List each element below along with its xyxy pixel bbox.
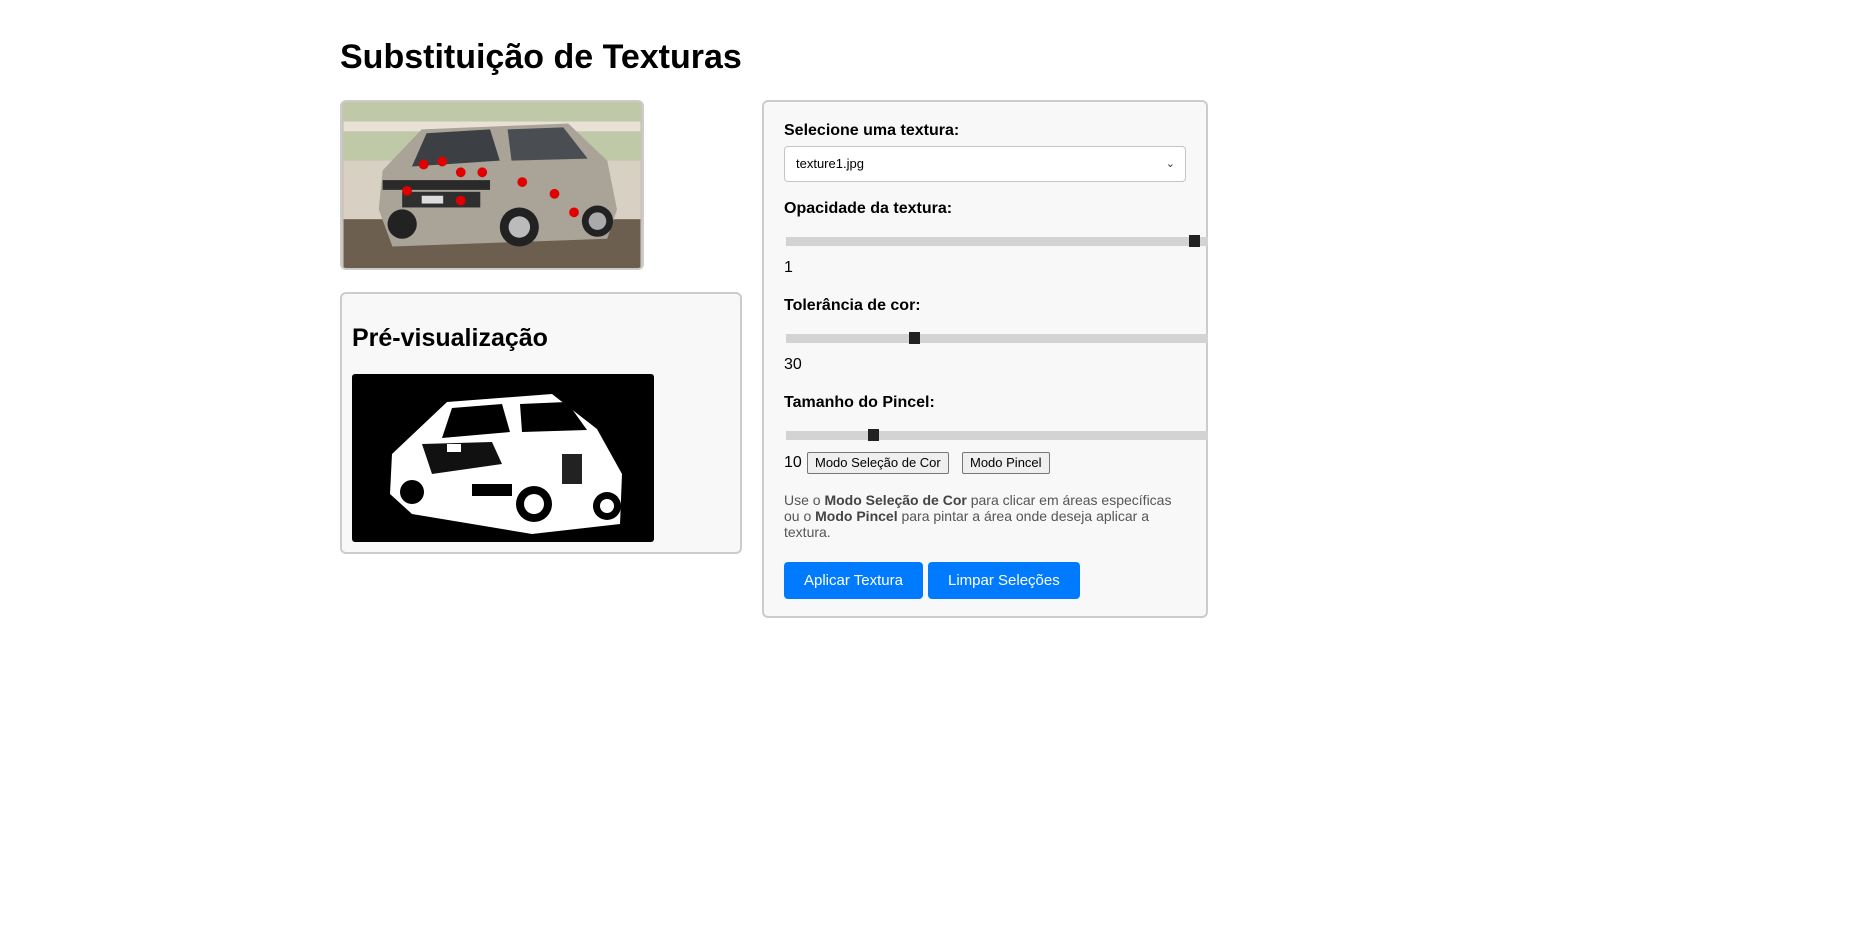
preview-panel: Pré-visualização [340,292,742,554]
opacity-value: 1 [784,259,793,276]
controls-panel: Selecione uma textura: texture1.jpg ⌄ Op… [762,100,1208,618]
selection-marker [418,159,429,170]
brush-size-slider[interactable] [786,429,1208,441]
color-selection-mode-button[interactable]: Modo Seleção de Cor [807,452,949,474]
chevron-down-icon: ⌄ [1165,158,1175,170]
texture-select-value: texture1.jpg [796,156,864,171]
car-photo[interactable] [342,102,642,268]
texture-select[interactable]: texture1.jpg ⌄ [784,146,1186,182]
selection-marker [517,177,528,187]
tolerance-slider-thumb[interactable] [909,332,920,344]
help-text-bold: Modo Pincel [815,508,898,524]
texture-label: Selecione uma textura: [784,122,960,139]
selection-marker [455,167,466,178]
tolerance-label: Tolerância de cor: [784,297,921,314]
selection-marker [437,156,448,167]
help-text: Use o Modo Seleção de Cor para clicar em… [784,492,1186,540]
help-text-part: Use o [784,492,825,508]
tolerance-value: 30 [784,356,802,373]
opacity-slider-thumb[interactable] [1189,235,1200,247]
brush-mode-button[interactable]: Modo Pincel [962,452,1050,474]
source-image[interactable] [340,100,644,270]
clear-selections-button[interactable]: Limpar Seleções [928,562,1080,599]
selection-marker [402,185,412,196]
preview-title: Pré-visualização [352,324,548,352]
brush-size-value: 10 [784,454,802,471]
brush-size-label: Tamanho do Pincel: [784,394,935,411]
page-title: Substituição de Texturas [340,38,742,76]
selection-marker [455,195,466,206]
apply-texture-button[interactable]: Aplicar Textura [784,562,923,599]
opacity-slider[interactable] [786,235,1208,247]
help-text-bold: Modo Seleção de Cor [824,492,967,508]
selection-marker [569,207,579,218]
preview-mask-canvas [352,374,654,542]
selection-marker [549,188,560,199]
opacity-label: Opacidade da textura: [784,200,953,217]
selection-marker [477,167,488,178]
tolerance-slider[interactable] [786,332,1208,344]
brush-size-slider-thumb[interactable] [868,429,879,441]
